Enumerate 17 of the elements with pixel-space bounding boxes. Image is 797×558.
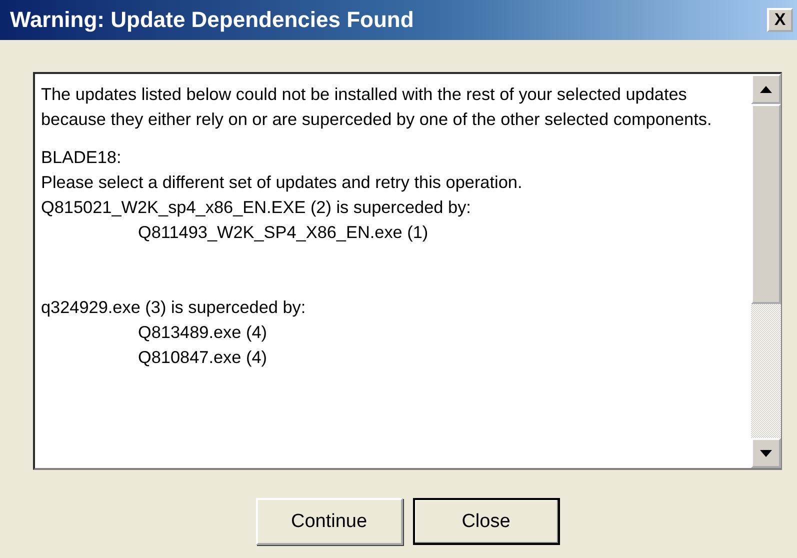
- message-line: Please select a different set of updates and retry this operation.: [41, 171, 522, 194]
- dialog-button[interactable]: Continue: [256, 498, 402, 545]
- message-line: q324929.exe (3) is superceded by:: [41, 296, 306, 319]
- scroll-thumb[interactable]: [751, 104, 781, 304]
- window-close-button[interactable]: X: [767, 8, 793, 32]
- scroll-down-button[interactable]: [751, 438, 781, 468]
- window-title: Warning: Update Dependencies Found: [10, 7, 414, 33]
- up-arrow-icon: [760, 86, 772, 92]
- dialog-button[interactable]: Close: [412, 498, 560, 545]
- message-line: BLADE18:: [41, 146, 122, 169]
- message-line: Q813489.exe (4): [138, 321, 267, 344]
- message-line: Q811493_W2K_SP4_X86_EN.exe (1): [138, 221, 428, 244]
- down-arrow-icon: [760, 450, 772, 456]
- message-line: Q810847.exe (4): [138, 346, 267, 369]
- message-line: Q815021_W2K_sp4_x86_EN.EXE (2) is superceded by:: [41, 196, 471, 219]
- scroll-up-button[interactable]: [751, 74, 781, 104]
- message-paragraph: The updates listed below could not be installed with the rest of your selected updates because they either rely on or are superceded by one of the other selected components.: [41, 83, 713, 131]
